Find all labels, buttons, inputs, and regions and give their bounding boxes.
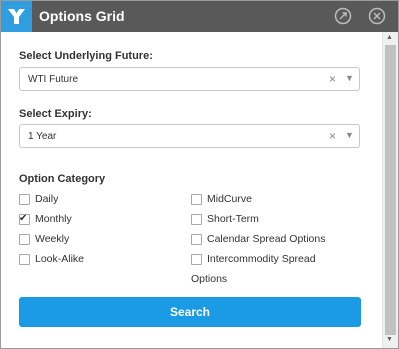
chevron-down-icon[interactable]: ▼ [345,73,354,83]
expiry-label: Select Expiry: [19,108,92,120]
vertical-scrollbar[interactable]: ▲ ▼ [382,32,398,348]
checkbox-label: Short-Term [207,213,259,225]
expiry-value: 1 Year [28,131,57,142]
expiry-select[interactable]: 1 Year × ▼ [19,124,360,148]
checkbox-label-continued: Options [191,273,228,285]
option-category-label: Option Category [19,173,106,185]
form-content: Select Underlying Future: WTI Future × ▼… [1,32,382,348]
checkbox[interactable] [191,254,202,265]
checkbox[interactable] [191,234,202,245]
close-icon[interactable] [368,7,386,25]
search-button[interactable]: Search [19,297,361,327]
app-logo-icon [1,1,32,32]
checkmark-icon: ✔ [19,213,28,224]
clear-icon[interactable]: × [329,129,336,143]
underlying-label: Select Underlying Future: [19,50,153,62]
clear-icon[interactable]: × [329,72,336,86]
checkbox-label: Calendar Spread Options [207,233,326,245]
checkbox[interactable] [19,234,30,245]
window-title: Options Grid [39,8,125,24]
scroll-down-icon[interactable]: ▼ [386,336,393,343]
checkbox[interactable] [191,214,202,225]
checkbox-checked[interactable]: ✔ [19,213,30,225]
checkbox[interactable] [191,194,202,205]
checkbox-label: Intercommodity Spread [207,253,316,265]
title-bar: Options Grid [1,1,398,32]
checkbox[interactable] [19,254,30,265]
underlying-value: WTI Future [28,74,79,85]
chevron-down-icon[interactable]: ▼ [345,130,354,140]
checkbox-label: Daily [35,193,59,205]
checkbox[interactable] [19,194,30,205]
popout-icon[interactable] [334,7,352,25]
scrollbar-thumb[interactable] [385,45,396,335]
checkbox-label: Look-Alike [35,253,85,265]
underlying-select[interactable]: WTI Future × ▼ [19,67,360,91]
checkbox-label: MidCurve [207,193,252,205]
scroll-up-icon[interactable]: ▲ [386,34,393,41]
checkbox-label: Weekly [35,233,70,245]
checkbox-label: Monthly [35,213,72,225]
options-grid-window: Options Grid Select Underlying Future: W… [0,0,399,349]
